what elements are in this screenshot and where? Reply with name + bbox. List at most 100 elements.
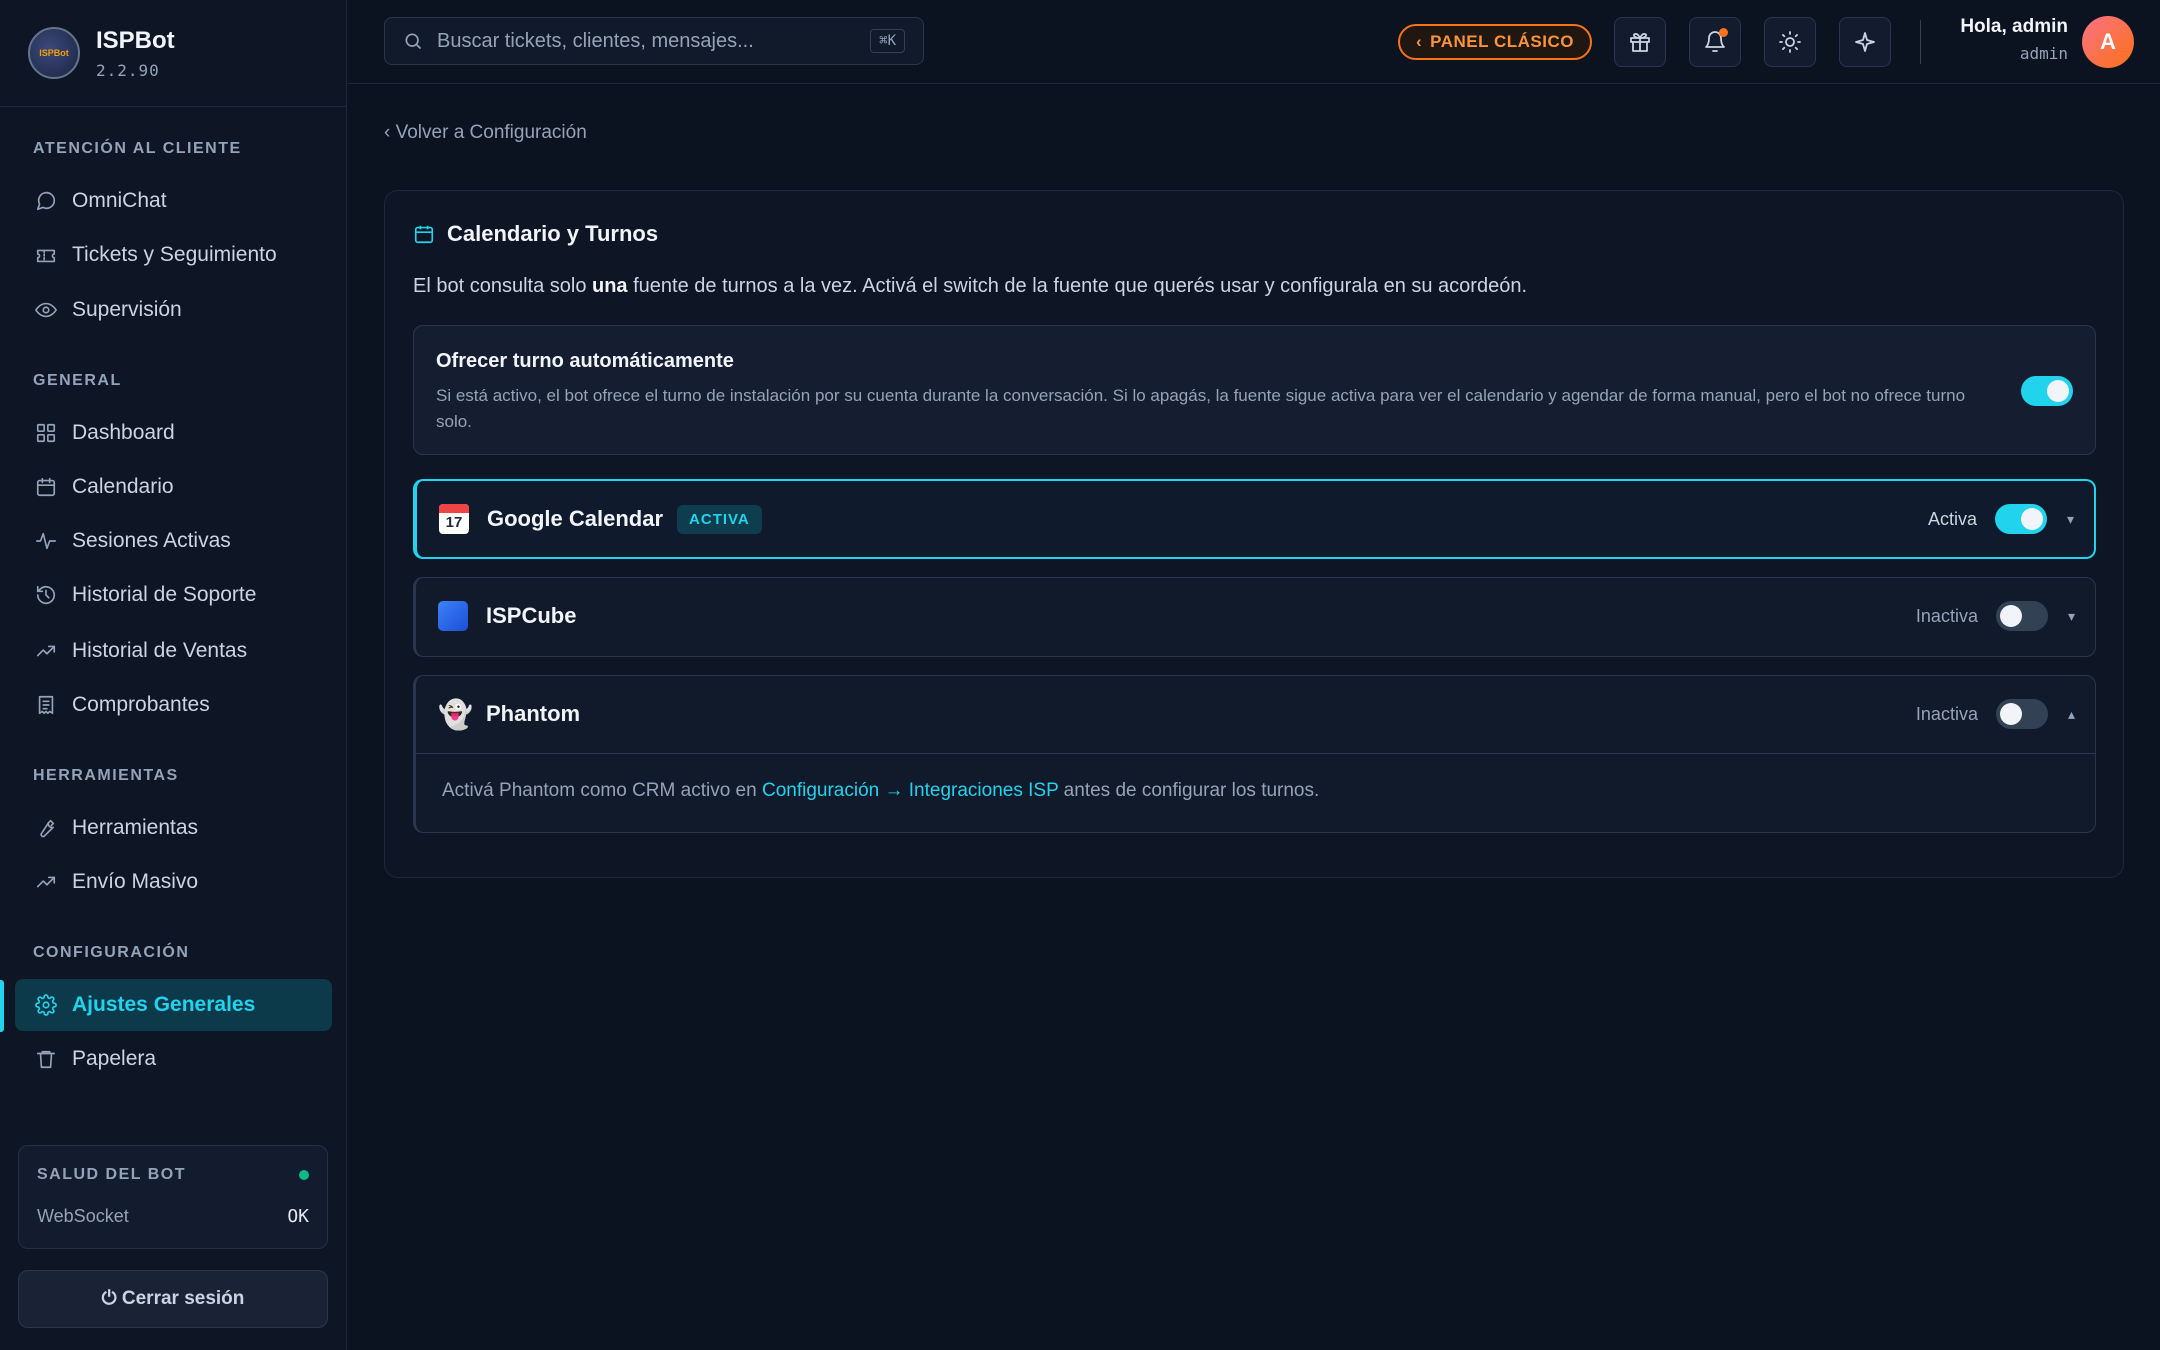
desc-before: El bot consulta solo xyxy=(413,275,592,297)
search-shortcut: ⌘K xyxy=(870,29,905,53)
health-row-label: WebSocket xyxy=(37,1206,129,1226)
status-dot-icon xyxy=(299,1170,309,1180)
user-info[interactable]: Hola, admin admin xyxy=(1960,16,2068,63)
search-input[interactable] xyxy=(437,29,857,53)
gift-icon xyxy=(1630,32,1650,52)
grid-icon xyxy=(33,420,59,446)
source-name: ISPCube xyxy=(486,603,577,628)
brand-version: 2.2.90 xyxy=(96,60,160,80)
section-title-configuracion: CONFIGURACIÓN xyxy=(33,944,190,961)
sidebar: ISPBot ISPBot 2.2.90 ATENCIÓN AL CLIENTE… xyxy=(0,0,347,1350)
sidebar-item-label: Historial de Ventas xyxy=(72,639,248,662)
section-title-atencion: ATENCIÓN AL CLIENTE xyxy=(33,140,242,157)
source-toggle-phantom[interactable] xyxy=(1995,699,2048,729)
auto-offer-panel: Ofrecer turno automáticamente Si está ac… xyxy=(413,325,2096,455)
sidebar-item-envio-masivo[interactable]: Envío Masivo xyxy=(15,856,332,908)
bot-health-panel: SALUD DEL BOT WebSocket OK xyxy=(18,1145,328,1249)
gift-button[interactable] xyxy=(1614,17,1666,67)
sparkle-icon xyxy=(1855,32,1875,52)
auto-offer-description: Si está activo, el bot ofrece el turno d… xyxy=(436,386,1966,431)
trending-up-icon xyxy=(33,638,59,664)
avatar[interactable]: A xyxy=(2082,16,2134,68)
sun-icon xyxy=(1779,31,1801,53)
sidebar-item-calendario[interactable]: Calendario xyxy=(15,461,332,513)
calendar-icon xyxy=(414,225,434,244)
source-status: Activa xyxy=(1927,508,1977,529)
ticket-icon xyxy=(33,242,59,268)
auto-offer-toggle[interactable] xyxy=(2021,376,2073,406)
receipt-icon xyxy=(33,692,59,718)
search-box[interactable]: ⌘K xyxy=(384,17,924,65)
eye-icon xyxy=(33,297,59,323)
sidebar-item-sesiones[interactable]: Sesiones Activas xyxy=(15,515,332,567)
health-row-value: OK xyxy=(287,1206,309,1227)
calendar-emoji-number: 17 xyxy=(445,514,463,531)
sidebar-item-label: Dashboard xyxy=(72,421,175,444)
sidebar-item-label: Comprobantes xyxy=(72,693,210,716)
topbar-divider xyxy=(1920,20,1921,64)
desc-after: fuente de turnos a la vez. Activá el swi… xyxy=(627,275,1528,297)
health-title: SALUD DEL BOT xyxy=(37,1166,186,1183)
sidebar-item-label: Tickets y Seguimiento xyxy=(72,243,277,266)
sidebar-item-papelera[interactable]: Papelera xyxy=(15,1033,332,1085)
chat-bubble-icon xyxy=(33,188,59,214)
card-description: El bot consulta solo una fuente de turno… xyxy=(413,275,1527,298)
history-icon xyxy=(33,582,59,608)
calendar-settings-card: Calendario y Turnos El bot consulta solo… xyxy=(384,190,2124,878)
source-ispcube[interactable]: ISPCube Inactiva ▾ xyxy=(413,577,2096,657)
chevron-down-icon[interactable]: ▾ xyxy=(2068,608,2075,625)
source-toggle-ispcube[interactable] xyxy=(1995,601,2048,631)
toggle-knob xyxy=(2047,380,2069,402)
source-phantom[interactable]: 👻 Phantom Inactiva ▴ Activá Phantom como… xyxy=(413,675,2096,833)
sidebar-item-label: Historial de Soporte xyxy=(72,583,257,606)
active-indicator xyxy=(0,980,4,1032)
sidebar-item-comprobantes[interactable]: Comprobantes xyxy=(15,679,332,731)
source-google-calendar[interactable]: 17 Google Calendar ACTIVA Activa ▾ xyxy=(413,479,2096,559)
theme-toggle-button[interactable] xyxy=(1764,17,1816,67)
notification-dot xyxy=(1719,28,1728,37)
chevron-down-icon[interactable]: ▾ xyxy=(2067,511,2074,528)
auto-offer-title: Ofrecer turno automáticamente xyxy=(436,350,734,372)
activity-icon xyxy=(33,528,59,554)
sidebar-item-ajustes-generales[interactable]: Ajustes Generales xyxy=(15,979,332,1031)
calendar-emoji-icon: 17 xyxy=(439,504,469,534)
sparkle-button[interactable] xyxy=(1839,17,1891,67)
calendar-icon xyxy=(33,474,59,500)
logo-icon[interactable]: ISPBot xyxy=(28,27,80,79)
phantom-body-text: Activá Phantom como CRM activo en xyxy=(442,780,762,801)
blue-square-icon xyxy=(438,601,468,631)
sidebar-item-label: Herramientas xyxy=(72,816,199,839)
sidebar-item-herramientas[interactable]: Herramientas xyxy=(15,802,332,854)
chevron-up-icon[interactable]: ▴ xyxy=(2068,706,2075,723)
logo-text: ISPBot xyxy=(39,48,69,58)
notifications-button[interactable] xyxy=(1689,17,1741,67)
integrations-link[interactable]: Configuración → Integraciones ISP xyxy=(762,780,1058,801)
sidebar-item-historial-ventas[interactable]: Historial de Ventas xyxy=(15,625,332,677)
classic-panel-label: PANEL CLÁSICO xyxy=(1430,32,1574,51)
sidebar-item-supervision[interactable]: Supervisión xyxy=(15,284,332,336)
sidebar-item-omnichat[interactable]: OmniChat xyxy=(15,175,332,227)
sidebar-item-dashboard[interactable]: Dashboard xyxy=(15,407,332,459)
sidebar-item-label: Envío Masivo xyxy=(72,870,199,893)
source-status: Inactiva xyxy=(1915,605,1978,626)
sidebar-item-label: Ajustes Generales xyxy=(72,993,256,1016)
brand-header: ISPBot ISPBot 2.2.90 xyxy=(0,0,346,107)
status-badge: ACTIVA xyxy=(677,504,762,534)
logout-button[interactable]: ⏻ Cerrar sesión xyxy=(18,1270,328,1328)
sidebar-item-historial-soporte[interactable]: Historial de Soporte xyxy=(15,569,332,621)
desc-bold: una xyxy=(592,275,628,297)
source-status: Inactiva xyxy=(1915,703,1978,724)
sidebar-item-label: Supervisión xyxy=(72,298,182,321)
section-title-herramientas: HERRAMIENTAS xyxy=(33,767,179,784)
source-toggle-google-calendar[interactable] xyxy=(1994,504,2047,534)
phantom-body-text-end: antes de configurar los turnos. xyxy=(1058,780,1320,801)
toggle-knob xyxy=(1999,703,2022,725)
toggle-knob xyxy=(1999,605,2022,627)
classic-panel-button[interactable]: ‹ PANEL CLÁSICO xyxy=(1398,24,1592,60)
sidebar-item-tickets[interactable]: Tickets y Seguimiento xyxy=(15,229,332,281)
wrench-icon xyxy=(33,815,59,841)
sidebar-item-label: Sesiones Activas xyxy=(72,529,231,552)
back-to-settings-link[interactable]: ‹ Volver a Configuración xyxy=(384,122,587,144)
trending-up-icon xyxy=(33,869,59,895)
phantom-accordion-body: Activá Phantom como CRM activo en Config… xyxy=(416,753,2095,831)
